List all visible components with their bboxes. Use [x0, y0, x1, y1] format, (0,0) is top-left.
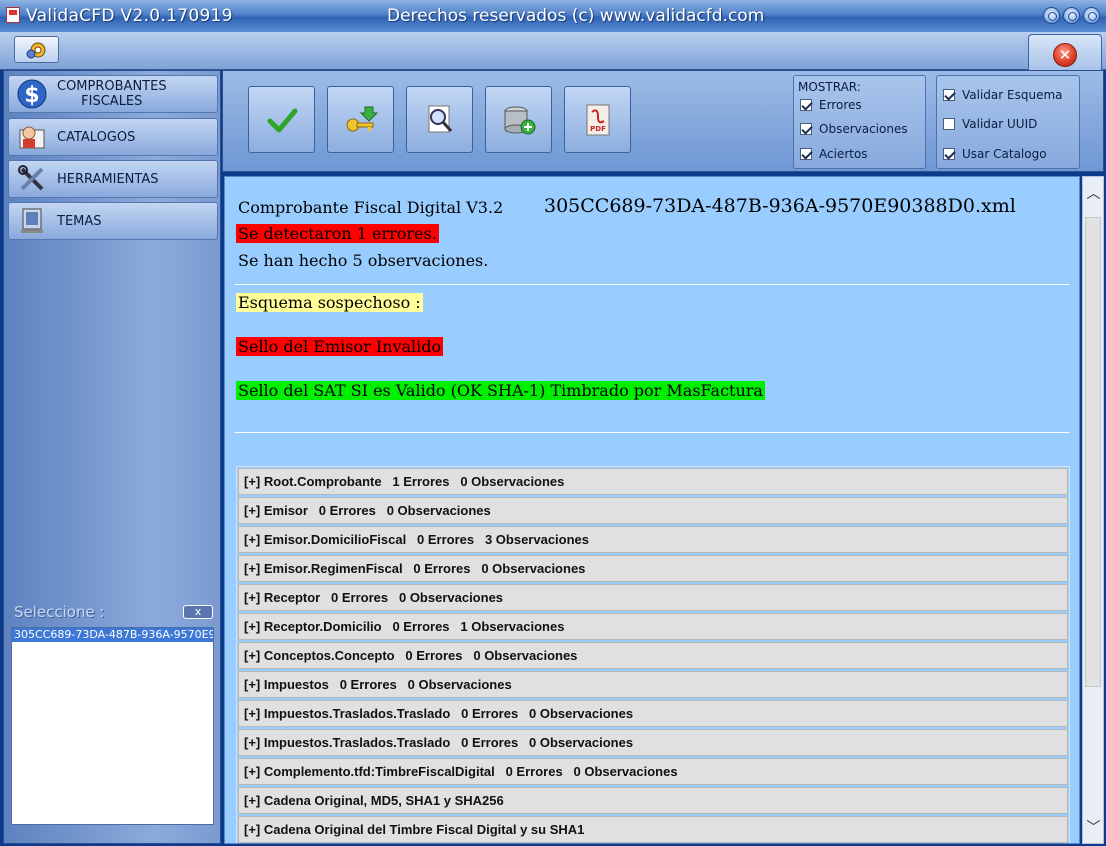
- checkbox-box[interactable]: [943, 148, 955, 160]
- schema-status: Esquema sospechoso :: [236, 293, 423, 312]
- checkbox-label: Observaciones: [819, 122, 908, 136]
- maximize-button[interactable]: [1063, 7, 1080, 24]
- close-tab: ✕: [1028, 34, 1102, 70]
- options-group: Validar Esquema Validar UUID Usar Catalo…: [936, 75, 1080, 169]
- section-row[interactable]: [+] Cadena Original del Timbre Fiscal Di…: [238, 816, 1068, 843]
- clear-selection-button[interactable]: x: [183, 605, 213, 619]
- close-icon[interactable]: ✕: [1053, 43, 1077, 67]
- section-row[interactable]: [+] Complemento.tfd:TimbreFiscalDigital …: [238, 758, 1068, 785]
- validar-esquema-checkbox[interactable]: Validar Esquema: [943, 88, 1063, 102]
- section-row[interactable]: [+] Impuestos.Traslados.Traslado 0 Error…: [238, 700, 1068, 727]
- sidebar-item-label: COMPROBANTES FISCALES: [57, 79, 167, 109]
- errores-checkbox[interactable]: Errores: [800, 98, 862, 112]
- window-caption: Derechos reservados (c) www.validacfd.co…: [387, 6, 765, 26]
- validate-button[interactable]: [248, 86, 315, 153]
- section-row[interactable]: [+] Emisor.RegimenFiscal 0 Errores 0 Obs…: [238, 555, 1068, 582]
- sidebar-item-label: TEMAS: [57, 213, 102, 229]
- checkbox-label: Validar UUID: [962, 117, 1038, 131]
- divider: [235, 432, 1069, 433]
- search-button[interactable]: [406, 86, 473, 153]
- checkbox-box[interactable]: [943, 89, 955, 101]
- aciertos-checkbox[interactable]: Aciertos: [800, 147, 868, 161]
- doc-type: Comprobante Fiscal Digital V3.2: [238, 198, 504, 217]
- checkbox-label: Usar Catalogo: [962, 147, 1047, 161]
- report-panel: Comprobante Fiscal Digital V3.2 305CC689…: [224, 176, 1080, 844]
- checkbox-box[interactable]: [800, 123, 812, 135]
- checkbox-box[interactable]: [800, 148, 812, 160]
- toolbar: PDF MOSTRAR: Errores Observaciones Acier…: [222, 70, 1104, 172]
- section-row[interactable]: [+] Receptor.Domicilio 0 Errores 1 Obser…: [238, 613, 1068, 640]
- settings-button[interactable]: [14, 36, 59, 63]
- app-icon: [6, 7, 20, 23]
- main-panel: PDF MOSTRAR: Errores Observaciones Acier…: [222, 70, 1106, 846]
- validar-uuid-checkbox[interactable]: Validar UUID: [943, 117, 1037, 131]
- section-row[interactable]: [+] Conceptos.Concepto 0 Errores 0 Obser…: [238, 642, 1068, 669]
- emisor-seal-status: Sello del Emisor Invalido: [236, 337, 444, 356]
- database-button[interactable]: [485, 86, 552, 153]
- divider: [235, 284, 1069, 285]
- monitor-icon: [15, 206, 49, 236]
- chevron-down-icon[interactable]: ﹀: [1085, 817, 1102, 837]
- dollar-icon: $: [15, 79, 49, 109]
- file-list[interactable]: 305CC689-73DA-487B-936A-9570E90388D0.xml: [11, 627, 214, 825]
- chevron-up-icon[interactable]: ︿: [1085, 183, 1102, 203]
- gear-icon: [26, 42, 45, 58]
- checkbox-label: Validar Esquema: [962, 88, 1063, 102]
- check-icon: [267, 108, 297, 132]
- database-add-icon: [504, 106, 535, 134]
- checkbox-box[interactable]: [943, 118, 955, 130]
- sidebar-item-herramientas[interactable]: HERRAMIENTAS: [8, 160, 218, 198]
- scroll-thumb[interactable]: [1085, 217, 1101, 687]
- sidebar-item-comprobantes[interactable]: $ COMPROBANTES FISCALES: [8, 75, 218, 113]
- observaciones-checkbox[interactable]: Observaciones: [800, 122, 908, 136]
- select-label: Seleccione :: [14, 603, 105, 621]
- svg-text:$: $: [24, 83, 39, 108]
- section-row[interactable]: [+] Impuestos 0 Errores 0 Observaciones: [238, 671, 1068, 698]
- sidebar-item-label: CATALOGOS: [57, 129, 136, 145]
- search-doc-icon: [428, 105, 452, 132]
- window-title: ValidaCFD V2.0.170919: [26, 6, 233, 26]
- user-card-icon: [15, 122, 49, 152]
- top-strip: ✕: [0, 32, 1106, 70]
- svg-text:PDF: PDF: [590, 125, 606, 133]
- sections-list: [+] Root.Comprobante 1 Errores 0 Observa…: [236, 466, 1070, 843]
- section-row[interactable]: [+] Receptor 0 Errores 0 Observaciones: [238, 584, 1068, 611]
- checkbox-label: Aciertos: [819, 147, 868, 161]
- section-row[interactable]: [+] Emisor.DomicilioFiscal 0 Errores 3 O…: [238, 526, 1068, 553]
- checkbox-label: Errores: [819, 98, 862, 112]
- key-icon: [346, 106, 378, 131]
- vertical-scrollbar[interactable]: ︿ ﹀: [1082, 176, 1104, 844]
- close-window-button[interactable]: [1083, 7, 1100, 24]
- section-row[interactable]: [+] Impuestos.Traslados.Traslado 0 Error…: [238, 729, 1068, 756]
- list-item[interactable]: 305CC689-73DA-487B-936A-9570E90388D0.xml: [12, 628, 213, 642]
- sidebar: $ COMPROBANTES FISCALES CATALOGOS HERRAM…: [3, 70, 221, 844]
- sidebar-item-label: HERRAMIENTAS: [57, 171, 159, 187]
- pdf-icon: PDF: [586, 104, 609, 135]
- mostrar-title: MOSTRAR:: [798, 80, 861, 94]
- section-row[interactable]: [+] Cadena Original, MD5, SHA1 y SHA256: [238, 787, 1068, 814]
- observations-summary: Se han hecho 5 observaciones.: [238, 251, 489, 270]
- tools-icon: [15, 164, 49, 194]
- sidebar-item-catalogos[interactable]: CATALOGOS: [8, 118, 218, 156]
- checkbox-box[interactable]: [800, 99, 812, 111]
- keys-button[interactable]: [327, 86, 394, 153]
- errors-summary: Se detectaron 1 errores.: [236, 224, 439, 243]
- title-bar: ValidaCFD V2.0.170919 Derechos reservado…: [0, 0, 1106, 32]
- mostrar-group: MOSTRAR: Errores Observaciones Aciertos: [793, 75, 926, 169]
- doc-filename: 305CC689-73DA-487B-936A-9570E90388D0.xml: [544, 195, 1016, 217]
- usar-catalogo-checkbox[interactable]: Usar Catalogo: [943, 147, 1047, 161]
- sat-seal-status: Sello del SAT SI es Valido (OK SHA-1) Ti…: [236, 381, 765, 400]
- section-row[interactable]: [+] Emisor 0 Errores 0 Observaciones: [238, 497, 1068, 524]
- pdf-button[interactable]: PDF: [564, 86, 631, 153]
- window-controls: [1043, 7, 1100, 24]
- sidebar-item-temas[interactable]: TEMAS: [8, 202, 218, 240]
- section-row[interactable]: [+] Root.Comprobante 1 Errores 0 Observa…: [238, 468, 1068, 495]
- minimize-button[interactable]: [1043, 7, 1060, 24]
